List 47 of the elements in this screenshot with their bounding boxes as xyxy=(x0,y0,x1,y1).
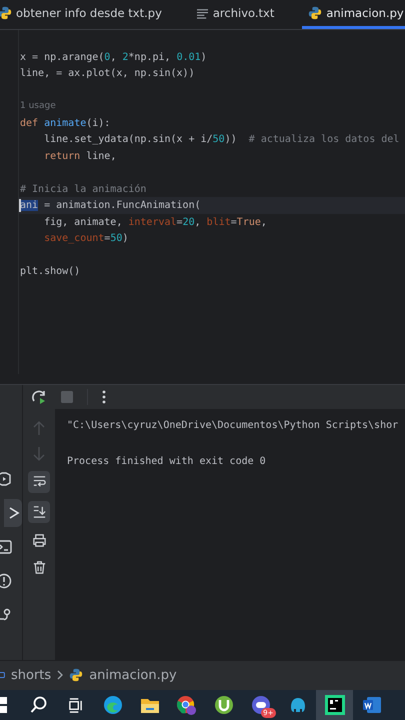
code-line: plt.show() xyxy=(20,266,80,278)
task-view-icon xyxy=(68,698,83,712)
folder-icon xyxy=(140,696,160,714)
scroll-down-icon xyxy=(32,504,46,520)
python-icon xyxy=(0,6,12,20)
wrap-icon xyxy=(32,474,46,490)
scroll-to-end-button[interactable] xyxy=(28,500,50,523)
editor-tab[interactable]: archivo.txt xyxy=(190,0,280,30)
document-app-icon xyxy=(362,695,382,715)
print-icon[interactable] xyxy=(32,532,46,548)
code-line: fig, animate, interval=20, blit=True, xyxy=(43,216,267,228)
chevron-icon xyxy=(57,670,64,680)
code-line: def animate(i): xyxy=(20,118,110,129)
run-tool-button[interactable] xyxy=(4,498,22,527)
console-output: "C:\Users\cyruz\OneDrive\Documentos\Python Scripts\shor xyxy=(67,420,398,431)
rerun-icon[interactable] xyxy=(31,388,47,405)
text-cursor xyxy=(19,199,21,212)
problems-icon[interactable] xyxy=(0,572,12,589)
breadcrumb-item[interactable]: animacion.py xyxy=(89,668,177,683)
code-line: line.set_ydata(np.sin(x + i/50)) # actualiza los datos del xyxy=(43,134,400,146)
torrent-icon xyxy=(214,695,234,715)
python-icon xyxy=(69,668,84,682)
browser-icon xyxy=(176,694,197,716)
more-icon[interactable] xyxy=(102,390,106,404)
code-line: x = np.arange(0, 2*np.pi, 0.01) xyxy=(20,52,207,63)
terminal-icon[interactable] xyxy=(0,538,12,555)
text-file-icon xyxy=(196,8,209,19)
code-line: return line, xyxy=(43,150,116,162)
code-line: # Inicia la animación xyxy=(20,184,146,195)
console-output: Process finished with exit code 0 xyxy=(67,456,266,467)
git-icon[interactable] xyxy=(0,606,12,623)
code-line: save_count=50) xyxy=(43,233,128,244)
code-line: ani = animation.FuncAnimation( xyxy=(20,200,201,212)
trash-icon[interactable] xyxy=(32,560,46,575)
code-line: line, = ax.plot(x, np.sin(x)) xyxy=(20,68,195,80)
soft-wrap-button[interactable] xyxy=(28,470,50,493)
breadcrumb-item[interactable]: shorts xyxy=(11,668,52,683)
windows-logo-icon xyxy=(0,697,7,713)
editor-tab[interactable]: obtener info desde txt.py xyxy=(0,0,168,30)
debug-icon[interactable] xyxy=(0,470,12,487)
python-icon xyxy=(308,6,322,20)
search-icon xyxy=(30,696,48,714)
editor-tab[interactable]: animacion.py xyxy=(302,0,405,30)
taskbar-app-button[interactable] xyxy=(316,690,353,720)
ide-icon xyxy=(324,695,344,715)
usage-hint[interactable]: 1 usage xyxy=(19,98,405,115)
browser-icon xyxy=(102,695,122,715)
